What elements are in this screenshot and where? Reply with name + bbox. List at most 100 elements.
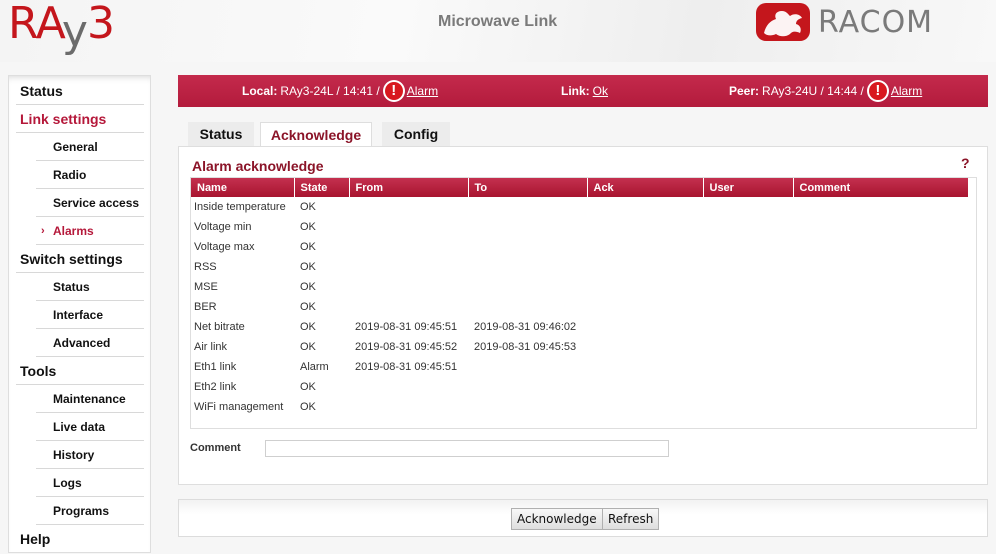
col-header-comment: Comment <box>793 178 968 197</box>
comment-label: Comment <box>190 442 241 454</box>
table-row: Inside temperature OK <box>191 197 968 217</box>
table-header-row: Name State From To Ack User Comment <box>191 178 968 197</box>
cell-comment <box>793 377 968 397</box>
sidebar-item-label: Maintenance <box>53 392 126 406</box>
sidebar-item-alarms[interactable]: › Alarms <box>36 217 144 245</box>
link-ok-link[interactable]: Ok <box>593 84 608 98</box>
cell-comment <box>793 317 968 337</box>
table-row: BER OK <box>191 297 968 317</box>
cell-to <box>468 277 587 297</box>
local-alarm-link[interactable]: Alarm <box>407 84 438 98</box>
sidebar-item-maintenance[interactable]: Maintenance <box>36 385 144 413</box>
local-label: Local: <box>242 84 278 98</box>
table-row: Air link OK 2019-08-31 09:45:52 2019-08-31 … <box>191 337 968 357</box>
sidebar-item-logs[interactable]: Logs <box>36 469 144 497</box>
sidebar-item-label: Radio <box>53 168 87 182</box>
sidebar-item-status[interactable]: Status <box>16 77 144 105</box>
cell-comment <box>793 397 968 417</box>
cell-state: OK <box>300 321 316 333</box>
cell-user <box>703 237 793 257</box>
cell-state: OK <box>300 241 316 253</box>
ray3-logo-part3: 3 <box>86 0 115 49</box>
alarm-table-container: Name State From To Ack User Comment Insi… <box>190 177 977 429</box>
cell-comment <box>793 237 968 257</box>
cell-user <box>703 357 793 377</box>
alarm-icon: ! <box>866 80 889 102</box>
ray3-logo-part2: y <box>61 6 88 57</box>
sidebar-item-interface[interactable]: Interface <box>36 301 144 329</box>
cell-state: OK <box>300 201 316 213</box>
sidebar-item-label: History <box>53 448 95 462</box>
alarm-table: Name State From To Ack User Comment Insi… <box>191 178 968 417</box>
peer-label: Peer: <box>729 84 760 98</box>
cell-from <box>349 397 468 417</box>
help-icon[interactable]: ? <box>961 155 970 171</box>
sidebar-item-label: Status <box>20 83 63 99</box>
sidebar-item-switch-settings[interactable]: Switch settings <box>16 245 144 273</box>
peer-value: RAy3-24U / 14:44 / <box>762 84 864 98</box>
action-bar: Acknowledge Refresh <box>178 499 988 537</box>
cell-from <box>349 277 468 297</box>
cell-user <box>703 257 793 277</box>
tab-status[interactable]: Status <box>188 122 254 146</box>
cell-ack <box>587 357 703 377</box>
panel-title: Alarm acknowledge <box>192 158 324 174</box>
acknowledge-button[interactable]: Acknowledge <box>511 508 603 530</box>
sidebar-item-link-settings[interactable]: Link settings <box>16 105 144 133</box>
page-header: RAy3 Microwave Link RACOM <box>0 0 996 62</box>
cell-ack <box>587 217 703 237</box>
cell-name: BER <box>194 301 217 313</box>
link-status: Link: Ok <box>561 75 608 107</box>
cell-to <box>468 397 587 417</box>
col-header-from: From <box>349 178 469 197</box>
cell-to: 2019-08-31 09:45:53 <box>474 341 577 353</box>
sidebar-item-radio[interactable]: Radio <box>36 161 144 189</box>
sidebar-item-live-data[interactable]: Live data <box>36 413 144 441</box>
cell-comment <box>793 277 968 297</box>
cell-ack <box>587 197 703 217</box>
table-row: Net bitrate OK 2019-08-31 09:45:51 2019-08-… <box>191 317 968 337</box>
cell-state: OK <box>300 341 316 353</box>
col-header-user: User <box>703 178 794 197</box>
sidebar-item-label: Advanced <box>53 336 111 350</box>
sidebar-item-service-access[interactable]: Service access <box>36 189 144 217</box>
table-row: MSE OK <box>191 277 968 297</box>
tab-acknowledge[interactable]: Acknowledge <box>260 122 372 147</box>
cell-name: MSE <box>194 281 218 293</box>
cell-name: Eth1 link <box>194 361 237 373</box>
cell-from <box>349 377 468 397</box>
table-row: WiFi management OK <box>191 397 968 417</box>
cell-comment <box>793 217 968 237</box>
sidebar-item-programs[interactable]: Programs <box>36 497 144 525</box>
cell-ack <box>587 377 703 397</box>
cell-user <box>703 377 793 397</box>
sidebar-item-label: Help <box>20 531 51 547</box>
sidebar-item-help[interactable]: Help <box>16 525 144 553</box>
refresh-button[interactable]: Refresh <box>602 508 660 530</box>
sidebar-item-advanced[interactable]: Advanced <box>36 329 144 357</box>
cell-user <box>703 217 793 237</box>
sidebar-item-history[interactable]: History <box>36 441 144 469</box>
cell-from <box>349 197 468 217</box>
sidebar-item-general[interactable]: General <box>36 133 144 161</box>
cell-to: 2019-08-31 09:46:02 <box>474 321 577 333</box>
sidebar-item-label: Logs <box>53 476 82 490</box>
sidebar-item-status[interactable]: Status <box>36 273 144 301</box>
cell-user <box>703 297 793 317</box>
cell-ack <box>587 397 703 417</box>
cell-state: OK <box>300 381 316 393</box>
col-header-ack: Ack <box>587 178 704 197</box>
tab-config[interactable]: Config <box>382 122 450 146</box>
col-header-state: State <box>294 178 350 197</box>
cell-from: 2019-08-31 09:45:51 <box>355 321 458 333</box>
status-bar: Local: RAy3-24L / 14:41 / ! Alarm Link: … <box>178 75 988 107</box>
sidebar-item-label: Alarms <box>53 224 94 238</box>
alarm-acknowledge-panel: Alarm acknowledge ? Name State From To A… <box>178 146 988 485</box>
cell-user <box>703 317 793 337</box>
comment-input[interactable] <box>265 440 669 457</box>
cell-user <box>703 397 793 417</box>
sidebar-item-tools[interactable]: Tools <box>16 357 144 385</box>
cell-from <box>349 237 468 257</box>
peer-alarm-link[interactable]: Alarm <box>891 84 922 98</box>
ray3-logo: RAy3 <box>8 0 115 54</box>
